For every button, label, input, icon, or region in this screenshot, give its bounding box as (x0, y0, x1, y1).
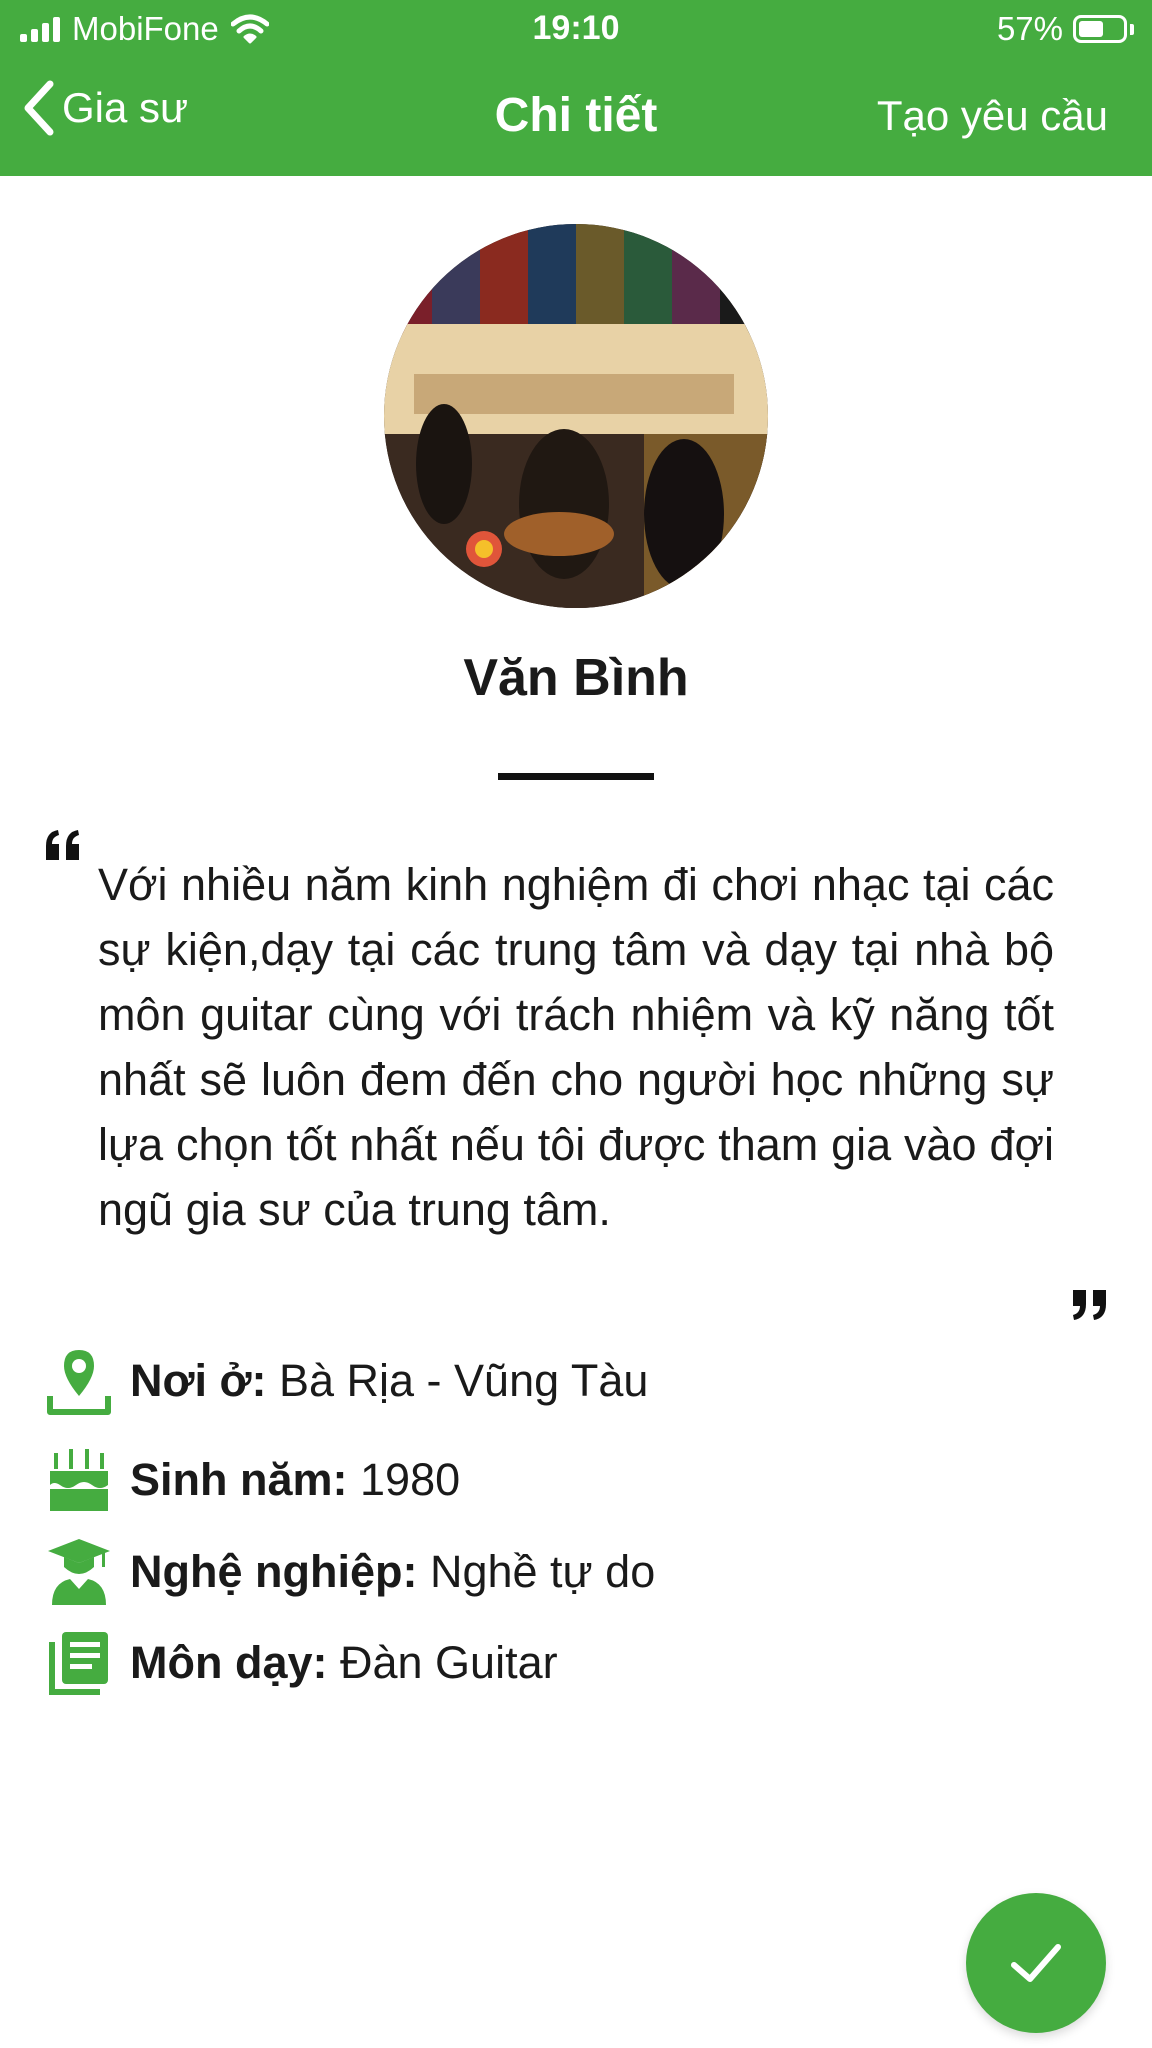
avatar (384, 224, 768, 608)
quote-open-icon (46, 830, 79, 860)
book-icon (44, 1628, 114, 1698)
residence-label: Nơi ở: (130, 1355, 267, 1406)
battery-icon (1073, 15, 1127, 43)
tutor-name: Văn Bình (463, 649, 689, 707)
navigation-bar: MobiFone 19:10 57% Gia sư Chi tiết Tạo y… (0, 0, 1152, 176)
clock: 19:10 (532, 9, 620, 47)
confirm-button[interactable] (966, 1893, 1106, 2033)
battery-percent: 57% (996, 10, 1063, 47)
occupation-label: Nghệ nghiệp: (130, 1546, 418, 1597)
graduate-icon (44, 1537, 114, 1607)
occupation-value: Nghề tự do (417, 1546, 656, 1597)
info-residence: Nơi ở: Bà Rịa - Vũng Tàu (44, 1346, 648, 1416)
residence-value: Bà Rịa - Vũng Tàu (266, 1355, 649, 1406)
birthday-cake-icon (44, 1445, 114, 1515)
info-subject: Môn dạy: Đàn Guitar (44, 1628, 558, 1698)
subject-label: Môn dạy: (130, 1637, 328, 1688)
birth-year-value: 1980 (347, 1454, 461, 1505)
tutor-bio: Với nhiều năm kinh nghiệm đi chơi nhạc t… (98, 859, 1054, 1235)
subject-value: Đàn Guitar (327, 1637, 558, 1688)
checkmark-icon (1011, 1944, 1061, 1982)
status-bar: MobiFone 19:10 57% (0, 0, 1152, 58)
info-occupation: Nghệ nghiệp: Nghề tự do (44, 1537, 655, 1607)
create-request-button[interactable]: Tạo yêu cầu (877, 92, 1108, 140)
birth-year-label: Sinh năm: (130, 1454, 348, 1505)
battery-indicator: 57% (997, 10, 1134, 48)
quote-close-icon (1073, 1290, 1106, 1320)
location-pin-icon (44, 1346, 114, 1416)
info-birth-year: Sinh năm: 1980 (44, 1445, 460, 1515)
divider (498, 773, 654, 780)
